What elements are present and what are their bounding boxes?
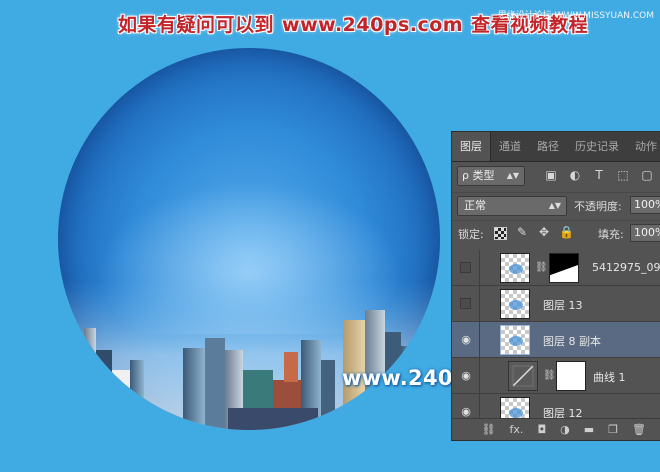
divider (479, 286, 480, 322)
new-layer-icon[interactable]: ❐ (608, 423, 618, 436)
panel-footer: ⛓ fx. ◘ ◑ ▬ ❐ 🗑 (452, 418, 660, 440)
lock-paint-icon[interactable]: ✎ (515, 225, 529, 241)
smart-object-filter-icon[interactable]: ▢ (640, 168, 654, 182)
type-filter-icon[interactable]: T (592, 168, 606, 182)
folder-icon[interactable]: ▬ (584, 423, 594, 436)
blend-mode-select[interactable]: 正常 ▲▼ (457, 196, 567, 216)
tab-actions[interactable]: 动作 (627, 132, 660, 161)
tab-channels[interactable]: 通道 (491, 132, 529, 161)
blend-row: 正常 ▲▼ 不透明度: 100% (452, 192, 660, 218)
adjustment-filter-icon[interactable]: ◐ (568, 168, 582, 182)
adjustment-icon[interactable]: ◑ (560, 423, 570, 436)
eye-icon[interactable]: ◉ (460, 334, 472, 345)
chevron-updown-icon: ▲▼ (548, 201, 561, 210)
banner-left-text: 如果有疑问可以到 (118, 14, 275, 36)
divider (479, 358, 480, 394)
layer-row-selected[interactable]: ◉ 图层 8 副本 (452, 322, 660, 358)
lock-all-icon[interactable]: 🔒 (559, 225, 574, 241)
opacity-label: 不透明度: (574, 200, 622, 213)
eye-icon[interactable]: ◉ (460, 406, 472, 417)
banner-url: www.240ps.com (282, 14, 464, 36)
blend-mode-value: 正常 (464, 199, 486, 212)
eye-icon[interactable]: ◉ (460, 370, 472, 381)
shape-filter-icon[interactable]: ⬚ (616, 168, 630, 182)
visibility-toggle[interactable] (460, 298, 471, 309)
trash-icon[interactable]: 🗑 (632, 423, 646, 436)
curves-adjustment-icon (508, 361, 538, 391)
layer-name[interactable]: 图层 8 副本 (543, 333, 601, 349)
chain-link-icon[interactable]: ⛓ (535, 262, 548, 273)
layer-mask-thumbnail[interactable] (549, 253, 579, 283)
fill-input[interactable]: 100% (630, 224, 660, 242)
layer-thumbnail (500, 325, 530, 355)
layer-filter-select[interactable]: ρ 类型 ▲▼ (457, 166, 525, 186)
visibility-toggle[interactable] (460, 262, 471, 273)
link-icon[interactable]: ⛓ (482, 423, 496, 436)
image-filter-icon[interactable]: ▣ (544, 168, 558, 182)
layer-name[interactable]: 曲线 1 (593, 369, 626, 385)
mask-icon[interactable]: ◘ (537, 423, 546, 436)
fx-icon[interactable]: fx. (510, 423, 524, 436)
fill-label: 填充: (598, 228, 624, 241)
lock-label: 锁定: (458, 228, 484, 241)
opacity-input[interactable]: 100% (630, 196, 660, 214)
lock-icons: ✎ ✥ 🔒 (494, 225, 574, 241)
layer-row[interactable]: ◉ ⛓ 曲线 1 (452, 358, 660, 394)
chain-link-icon[interactable]: ⛓ (543, 370, 556, 381)
layer-list: ⛓ 5412975_094. 图层 13 ◉ 图层 8 副本 ◉ (452, 250, 660, 430)
filter-row: ρ 类型 ▲▼ ▣ ◐ T ⬚ ▢ (452, 164, 660, 190)
city-skyline (58, 280, 440, 430)
layer-row[interactable]: 图层 13 (452, 286, 660, 322)
layer-thumbnail (500, 253, 530, 283)
layers-panel: 图层 通道 路径 历史记录 动作 ρ 类型 ▲▼ ▣ ◐ T ⬚ ▢ 正常 ▲▼ (451, 131, 660, 441)
filter-label: ρ 类型 (462, 169, 495, 182)
chevron-updown-icon: ▲▼ (506, 171, 519, 180)
panel-tabs: 图层 通道 路径 历史记录 动作 (452, 132, 660, 162)
layer-name[interactable]: 图层 13 (543, 297, 583, 313)
tab-layers[interactable]: 图层 (452, 132, 491, 161)
filter-icons: ▣ ◐ T ⬚ ▢ (544, 168, 654, 182)
layer-thumbnail (500, 289, 530, 319)
lock-transparent-icon[interactable] (494, 227, 507, 240)
lock-row: 锁定: ✎ ✥ 🔒 填充: 100% (452, 220, 660, 246)
tab-history[interactable]: 历史记录 (567, 132, 627, 161)
layer-name[interactable]: 5412975_094. (592, 261, 660, 274)
site-watermark: 思缘设计论坛 WWW.MISSYUAN.COM (497, 11, 654, 21)
layer-mask-thumbnail[interactable] (556, 361, 586, 391)
document-canvas: 如果有疑问可以到 www.240ps.com 查看视频教程 思缘设计论坛 WWW.M… (0, 0, 660, 472)
divider (479, 250, 480, 286)
tab-paths[interactable]: 路径 (529, 132, 567, 161)
lock-move-icon[interactable]: ✥ (537, 225, 551, 241)
layer-row[interactable]: ⛓ 5412975_094. (452, 250, 660, 286)
divider (479, 322, 480, 358)
